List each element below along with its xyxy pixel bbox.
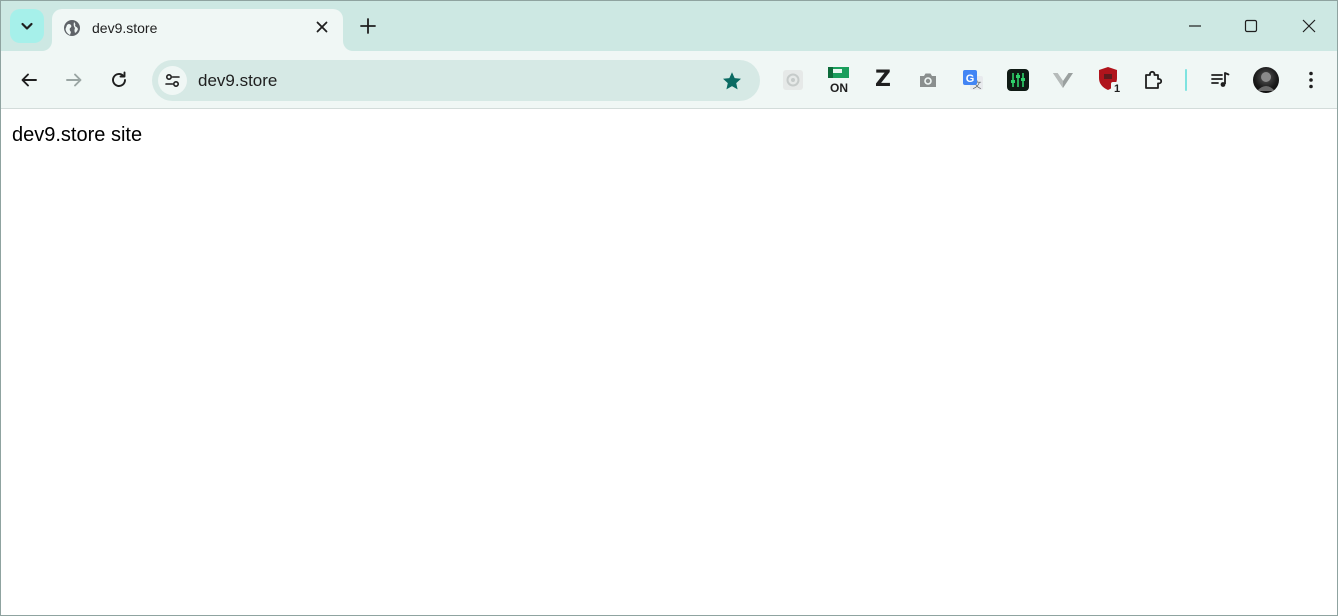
page-body-text: dev9.store site (12, 124, 143, 146)
z-icon: Z (875, 67, 891, 92)
extension-shield-button[interactable]: 1 (1095, 65, 1125, 95)
close-icon[interactable] (313, 18, 331, 36)
page-content: dev9.store site (1, 110, 1337, 615)
extension-translate-button[interactable]: 文 G (960, 67, 986, 93)
extension-z-button[interactable]: Z (870, 67, 896, 93)
chevron-down-icon (21, 22, 33, 30)
maximize-button[interactable] (1239, 14, 1263, 38)
extension-on-button[interactable]: ON (825, 65, 853, 95)
tune-icon (165, 73, 180, 88)
close-icon (1302, 19, 1316, 33)
reload-icon (112, 71, 126, 87)
reload-button[interactable] (107, 68, 131, 92)
arrow-right-icon (66, 73, 82, 87)
flag-on-icon: ON (828, 67, 849, 95)
shield-icon: 1 (1099, 67, 1123, 95)
camera-icon (920, 73, 936, 87)
extension-equalizer-button[interactable] (1005, 67, 1031, 93)
minimize-icon (1189, 25, 1201, 27)
puzzle-icon (1145, 70, 1163, 89)
url-text[interactable]: dev9.store (198, 71, 277, 91)
back-button[interactable] (17, 68, 41, 92)
extension-gear-button[interactable] (780, 67, 806, 93)
plus-icon (360, 18, 376, 34)
tab-strip: dev9.store (1, 1, 1337, 51)
queue-music-icon (1211, 72, 1230, 87)
equalizer-icon (1007, 69, 1029, 91)
extensions-menu-button[interactable] (1141, 67, 1167, 93)
on-badge-label: ON (830, 81, 848, 95)
v-logo-icon (1053, 73, 1073, 88)
avatar-icon (1257, 72, 1275, 91)
forward-button[interactable] (62, 68, 86, 92)
site-info-button[interactable] (158, 66, 187, 95)
address-bar[interactable]: dev9.store (152, 60, 760, 101)
tab-search-button[interactable] (10, 9, 44, 43)
navigation-toolbar: dev9.store ON Z 文 G 1 (1, 51, 1337, 109)
extension-v-button[interactable] (1050, 67, 1076, 93)
minimize-button[interactable] (1183, 14, 1207, 38)
svg-text:G: G (966, 73, 975, 85)
star-icon[interactable] (721, 70, 743, 92)
toolbar-divider (1185, 69, 1187, 91)
tab-title: dev9.store (92, 20, 158, 36)
extension-camera-button[interactable] (915, 67, 941, 93)
maximize-icon (1244, 19, 1258, 33)
more-vert-icon (1309, 71, 1313, 89)
gear-outline-icon (783, 70, 803, 90)
arrow-left-icon (21, 73, 37, 87)
tab-active[interactable]: dev9.store (52, 9, 343, 51)
media-controls-button[interactable] (1207, 67, 1233, 93)
window-close-button[interactable] (1297, 14, 1321, 38)
browser-window: dev9.store dev9.store ON Z 文 G 1 dev9.st… (0, 0, 1338, 616)
browser-menu-button[interactable] (1298, 67, 1324, 93)
shield-badge-count: 1 (1114, 83, 1120, 95)
profile-avatar[interactable] (1253, 67, 1279, 93)
google-translate-icon: 文 G (963, 70, 983, 90)
globe-icon (64, 20, 80, 36)
new-tab-button[interactable] (356, 14, 380, 38)
